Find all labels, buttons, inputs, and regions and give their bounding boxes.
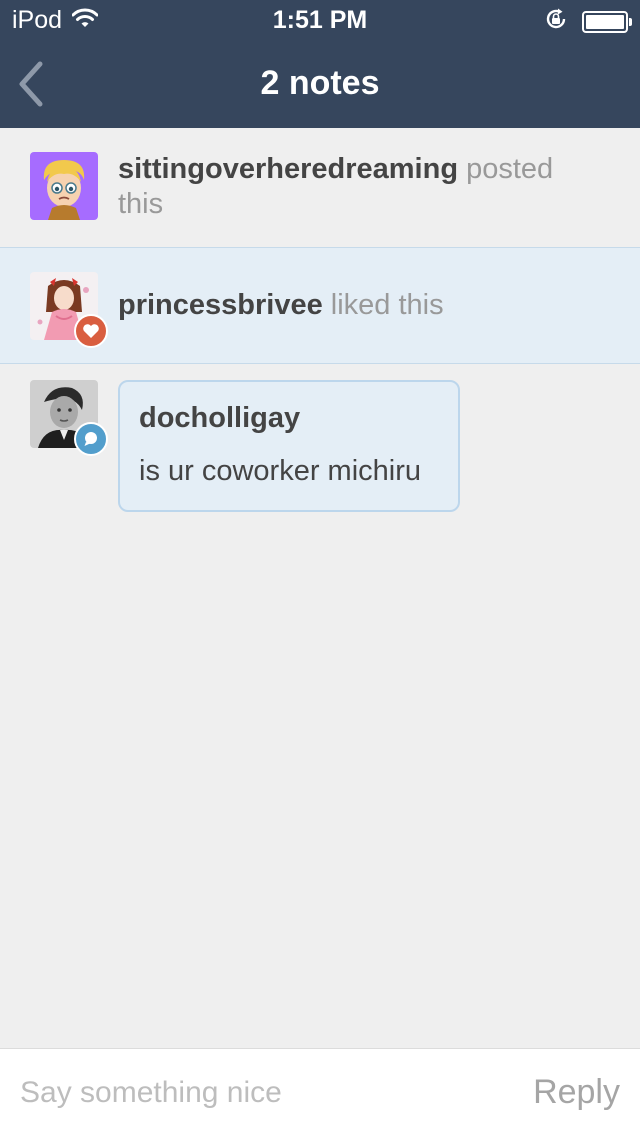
note-item-liked: princessbrivee liked this — [0, 247, 640, 364]
note-item-reply: docholligay is ur coworker michiru — [0, 364, 640, 544]
note-text: princessbrivee liked this — [118, 288, 600, 323]
avatar[interactable] — [30, 152, 98, 220]
username-link[interactable]: docholligay — [139, 402, 439, 435]
speech-bubble-icon — [74, 422, 108, 456]
reply-bar: Reply — [0, 1048, 640, 1137]
notes-list: sittingoverheredreaming posted this prin… — [0, 128, 640, 544]
note-text: sittingoverheredreaming posted this — [118, 152, 600, 222]
note-item-posted: sittingoverheredreaming posted this — [0, 128, 640, 247]
username-link[interactable]: sittingoverheredreaming — [118, 153, 458, 185]
reply-bubble: docholligay is ur coworker michiru — [118, 380, 460, 512]
top-bar: iPod 1:51 PM 2 notes — [0, 0, 640, 128]
status-right — [544, 7, 632, 36]
reply-input[interactable] — [20, 1073, 500, 1113]
nav-bar: 2 notes — [0, 40, 640, 128]
username-link[interactable]: princessbrivee — [118, 289, 323, 321]
note-action: liked this — [330, 289, 444, 321]
rotation-lock-icon — [544, 7, 568, 36]
reply-button[interactable]: Reply — [533, 1073, 620, 1112]
battery-icon — [582, 10, 632, 33]
reply-text: is ur coworker michiru — [139, 455, 421, 487]
status-bar: iPod 1:51 PM — [0, 0, 640, 40]
heart-icon — [74, 314, 108, 348]
page-title: 2 notes — [260, 64, 380, 102]
